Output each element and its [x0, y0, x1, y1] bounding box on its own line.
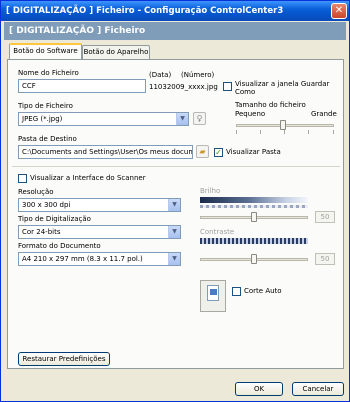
contrast-value-field[interactable]: 50 — [315, 253, 335, 265]
close-button[interactable]: ✕ — [331, 3, 347, 19]
chevron-down-icon: ▼ — [168, 226, 180, 238]
scan-type-value: Cor 24-bits — [22, 228, 61, 236]
auto-crop-checkbox[interactable] — [232, 287, 241, 296]
folder-icon: ▰ — [199, 147, 206, 156]
chevron-down-icon: ▼ — [176, 113, 188, 125]
file-size-slider-thumb[interactable] — [280, 120, 286, 130]
resolution-value: 300 x 300 dpi — [22, 201, 71, 209]
section-divider — [12, 166, 340, 167]
cancel-button[interactable]: Cancelar — [292, 382, 344, 396]
browse-folder-button[interactable]: ▰ — [196, 145, 209, 158]
contrast-slider-thumb[interactable] — [251, 254, 257, 264]
brightness-value-field[interactable]: 50 — [315, 211, 335, 223]
scan-type-select[interactable]: Cor 24-bits ▼ — [18, 225, 181, 239]
title-bar[interactable]: [ DIGITALIZAÇÃO ] Ficheiro - Configuraçã… — [1, 1, 349, 21]
contrast-gradient — [200, 238, 308, 244]
show-folder-checkbox[interactable]: ✓ — [214, 148, 223, 157]
show-save-as-label: Visualizar a janela Guardar Como — [235, 80, 330, 96]
auto-crop-label: Corte Auto — [244, 287, 282, 295]
show-save-as-checkbox[interactable] — [223, 82, 232, 91]
chevron-down-icon: ▼ — [168, 253, 180, 265]
document-format-label: Formato do Documento — [18, 242, 101, 250]
window-title: [ DIGITALIZAÇÃO ] Ficheiro - Configuraçã… — [6, 6, 284, 16]
number-label: (Número) — [181, 71, 215, 79]
document-format-value: A4 210 x 297 mm (8.3 x 11.7 pol.) — [22, 255, 143, 263]
settings-panel: Nome do Ficheiro CCF (Data) (Número) 110… — [7, 59, 344, 369]
resolution-label: Resolução — [18, 188, 54, 196]
file-type-label: Tipo de Ficheiro — [18, 102, 73, 110]
destination-folder-label: Pasta de Destino — [18, 135, 77, 143]
tab-device-button[interactable]: Botão do Aparelho — [82, 45, 150, 59]
configuration-window: [ DIGITALIZAÇÃO ] Ficheiro - Configuraçã… — [0, 0, 350, 402]
file-type-value: JPEG (*.jpg) — [22, 115, 63, 123]
file-name-input[interactable]: CCF — [18, 79, 146, 93]
resolution-select[interactable]: 300 x 300 dpi ▼ — [18, 198, 181, 212]
chevron-down-icon: ▼ — [168, 199, 180, 211]
brightness-label: Brilho — [200, 187, 221, 195]
show-scanner-interface-label: Visualizar a Interface do Scanner — [30, 174, 146, 182]
restore-defaults-button[interactable]: Restaurar Predefinições — [18, 352, 110, 366]
destination-folder-input[interactable]: C:\Documents and Settings\User\Os meus d… — [18, 145, 193, 159]
scan-type-label: Tipo de Digitalização — [18, 215, 91, 223]
brightness-gradient-dither — [200, 205, 308, 208]
close-icon: ✕ — [334, 5, 344, 16]
file-size-label: Tamanho do ficheiro — [235, 101, 306, 109]
section-header: [ DIGITALIZAÇÃO ] Ficheiro — [4, 22, 346, 40]
file-type-select[interactable]: JPEG (*.jpg) ▼ — [18, 112, 189, 126]
document-format-select[interactable]: A4 210 x 297 mm (8.3 x 11.7 pol.) ▼ — [18, 252, 181, 266]
auto-crop-icon — [200, 280, 226, 312]
file-name-label: Nome do Ficheiro — [18, 69, 79, 77]
show-scanner-interface-checkbox[interactable] — [18, 174, 27, 183]
generated-file-name: 11032009_xxxx.jpg — [149, 83, 218, 91]
contrast-label: Contraste — [200, 228, 235, 236]
file-type-settings-button[interactable]: ♀ — [193, 112, 206, 125]
show-folder-label: Visualizar Pasta — [226, 148, 281, 156]
brightness-slider-thumb[interactable] — [251, 212, 257, 222]
brightness-gradient — [200, 197, 308, 203]
tab-software-button[interactable]: Botão do Software — [9, 43, 82, 60]
ok-button[interactable]: OK — [235, 382, 283, 396]
date-label: (Data) — [149, 71, 172, 79]
file-size-large-label: Grande — [311, 110, 337, 118]
settings-icon: ♀ — [196, 114, 203, 123]
file-size-ticks — [236, 130, 334, 134]
file-size-small-label: Pequeno — [235, 110, 266, 118]
